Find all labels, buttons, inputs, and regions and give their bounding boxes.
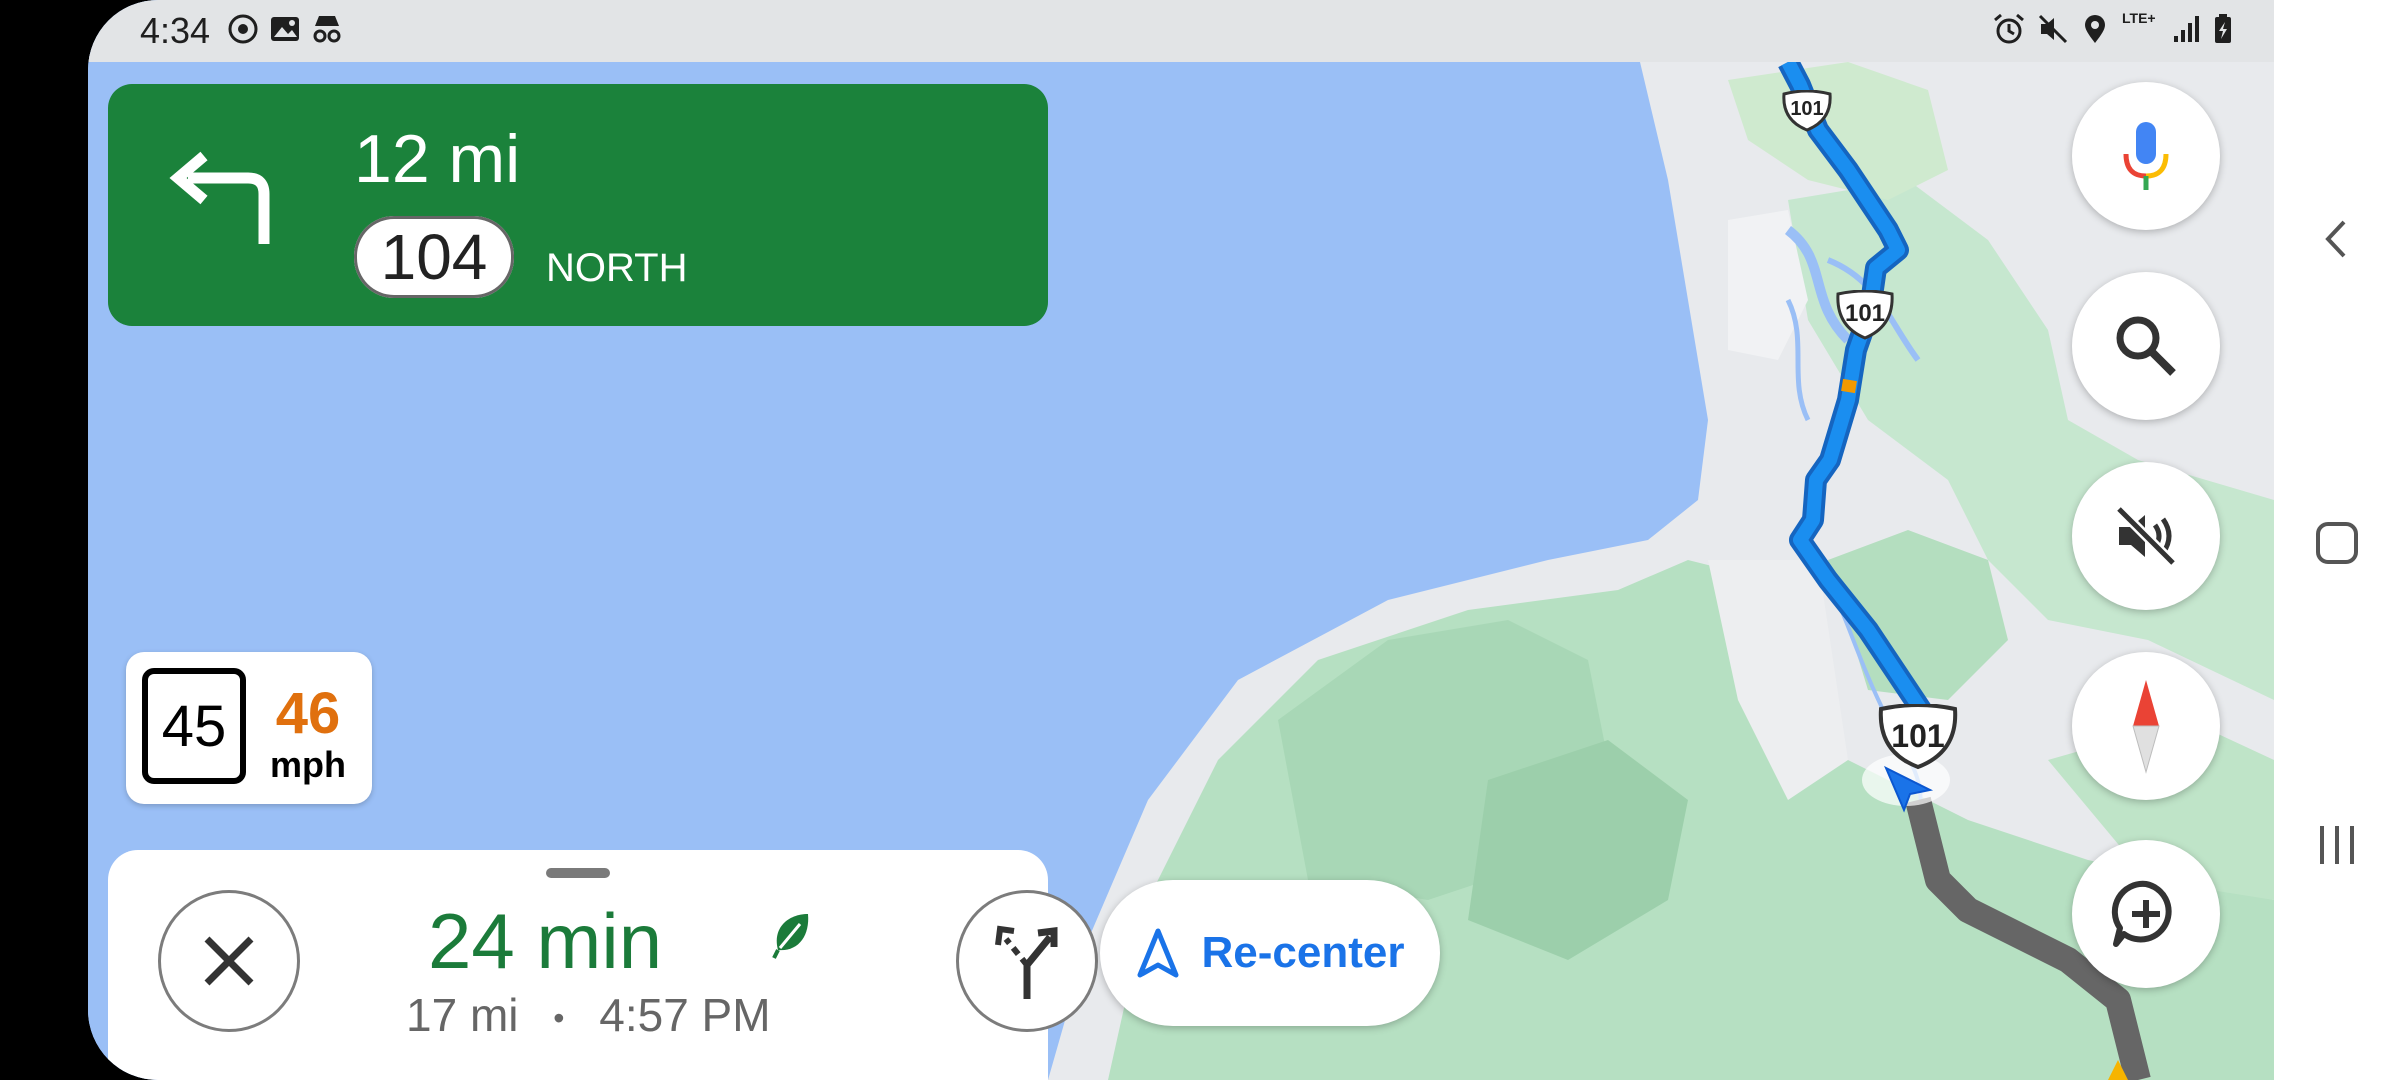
- trip-distance: 17 mi: [406, 989, 519, 1041]
- location-target-icon: [228, 14, 258, 44]
- close-navigation-button[interactable]: [158, 890, 300, 1032]
- search-icon: [2116, 316, 2176, 376]
- current-speed: 46: [275, 681, 341, 746]
- image-icon: [271, 17, 299, 41]
- screen: 101 101 101 4:34 LTE+ 12 mi 104 NORTH 45…: [0, 0, 2400, 1080]
- search-button[interactable]: [2072, 272, 2220, 420]
- navigation-arrow-icon: [1137, 928, 1179, 978]
- add-report-icon: [2111, 880, 2172, 947]
- compass-button[interactable]: [2072, 652, 2220, 800]
- alarm-icon: [1994, 13, 2024, 44]
- eta-duration: 24 min: [428, 897, 663, 985]
- location-pin-icon: [2085, 15, 2105, 43]
- drag-handle[interactable]: [546, 868, 610, 878]
- mute-voice-button[interactable]: [2072, 462, 2220, 610]
- highway-shield-101: 101: [1876, 703, 1960, 770]
- status-time: 4:34: [140, 10, 211, 51]
- left-black-strip: [0, 0, 88, 1080]
- road-number-shield: 104: [354, 216, 514, 298]
- speed-limit-sign: 45: [142, 668, 246, 784]
- voice-search-button[interactable]: [2072, 82, 2220, 230]
- maps-app: 101 101 101 4:34 LTE+ 12 mi 104 NORTH 45…: [88, 0, 2274, 1080]
- highway-shield-101: 101: [1780, 89, 1834, 132]
- speed-unit: mph: [270, 744, 346, 785]
- recents-icon[interactable]: [2312, 820, 2362, 870]
- arrival-time: 4:57 PM: [599, 989, 771, 1041]
- add-report-button[interactable]: [2072, 840, 2220, 988]
- back-icon[interactable]: [2312, 214, 2362, 264]
- speed-widget: 45 46 mph: [126, 652, 372, 804]
- trip-details: 17 mi • 4:57 PM: [406, 988, 771, 1042]
- signal-icon: [2174, 16, 2199, 42]
- system-nav-bar: [2274, 0, 2400, 1080]
- turn-distance: 12 mi: [354, 121, 521, 197]
- home-icon[interactable]: [2312, 518, 2362, 568]
- lte-icon: LTE+: [2122, 10, 2156, 26]
- compass-icon: [2132, 680, 2160, 774]
- route-fork-icon: [995, 925, 1058, 999]
- trip-summary-card[interactable]: 24 min 17 mi • 4:57 PM: [108, 850, 1098, 1080]
- trip-separator: •: [553, 1000, 565, 1037]
- turn-left-icon: [169, 151, 270, 244]
- close-icon: [204, 936, 254, 986]
- mic-icon: [2123, 122, 2169, 190]
- road-direction: NORTH: [546, 246, 688, 290]
- next-turn-card[interactable]: 12 mi 104 NORTH: [108, 84, 1048, 326]
- mute-icon: [2115, 505, 2177, 567]
- battery-charging-icon: [2215, 14, 2231, 43]
- leaf-icon: [772, 914, 809, 959]
- mute-icon: [2038, 14, 2068, 44]
- alternate-routes-button[interactable]: [956, 890, 1098, 1032]
- recenter-button[interactable]: Re-center: [1100, 880, 1440, 1026]
- recenter-label: Re-center: [1201, 928, 1405, 977]
- status-bar: 4:34 LTE+: [88, 0, 2274, 62]
- highway-shield-101: 101: [1834, 289, 1896, 340]
- incognito-icon: [313, 16, 341, 43]
